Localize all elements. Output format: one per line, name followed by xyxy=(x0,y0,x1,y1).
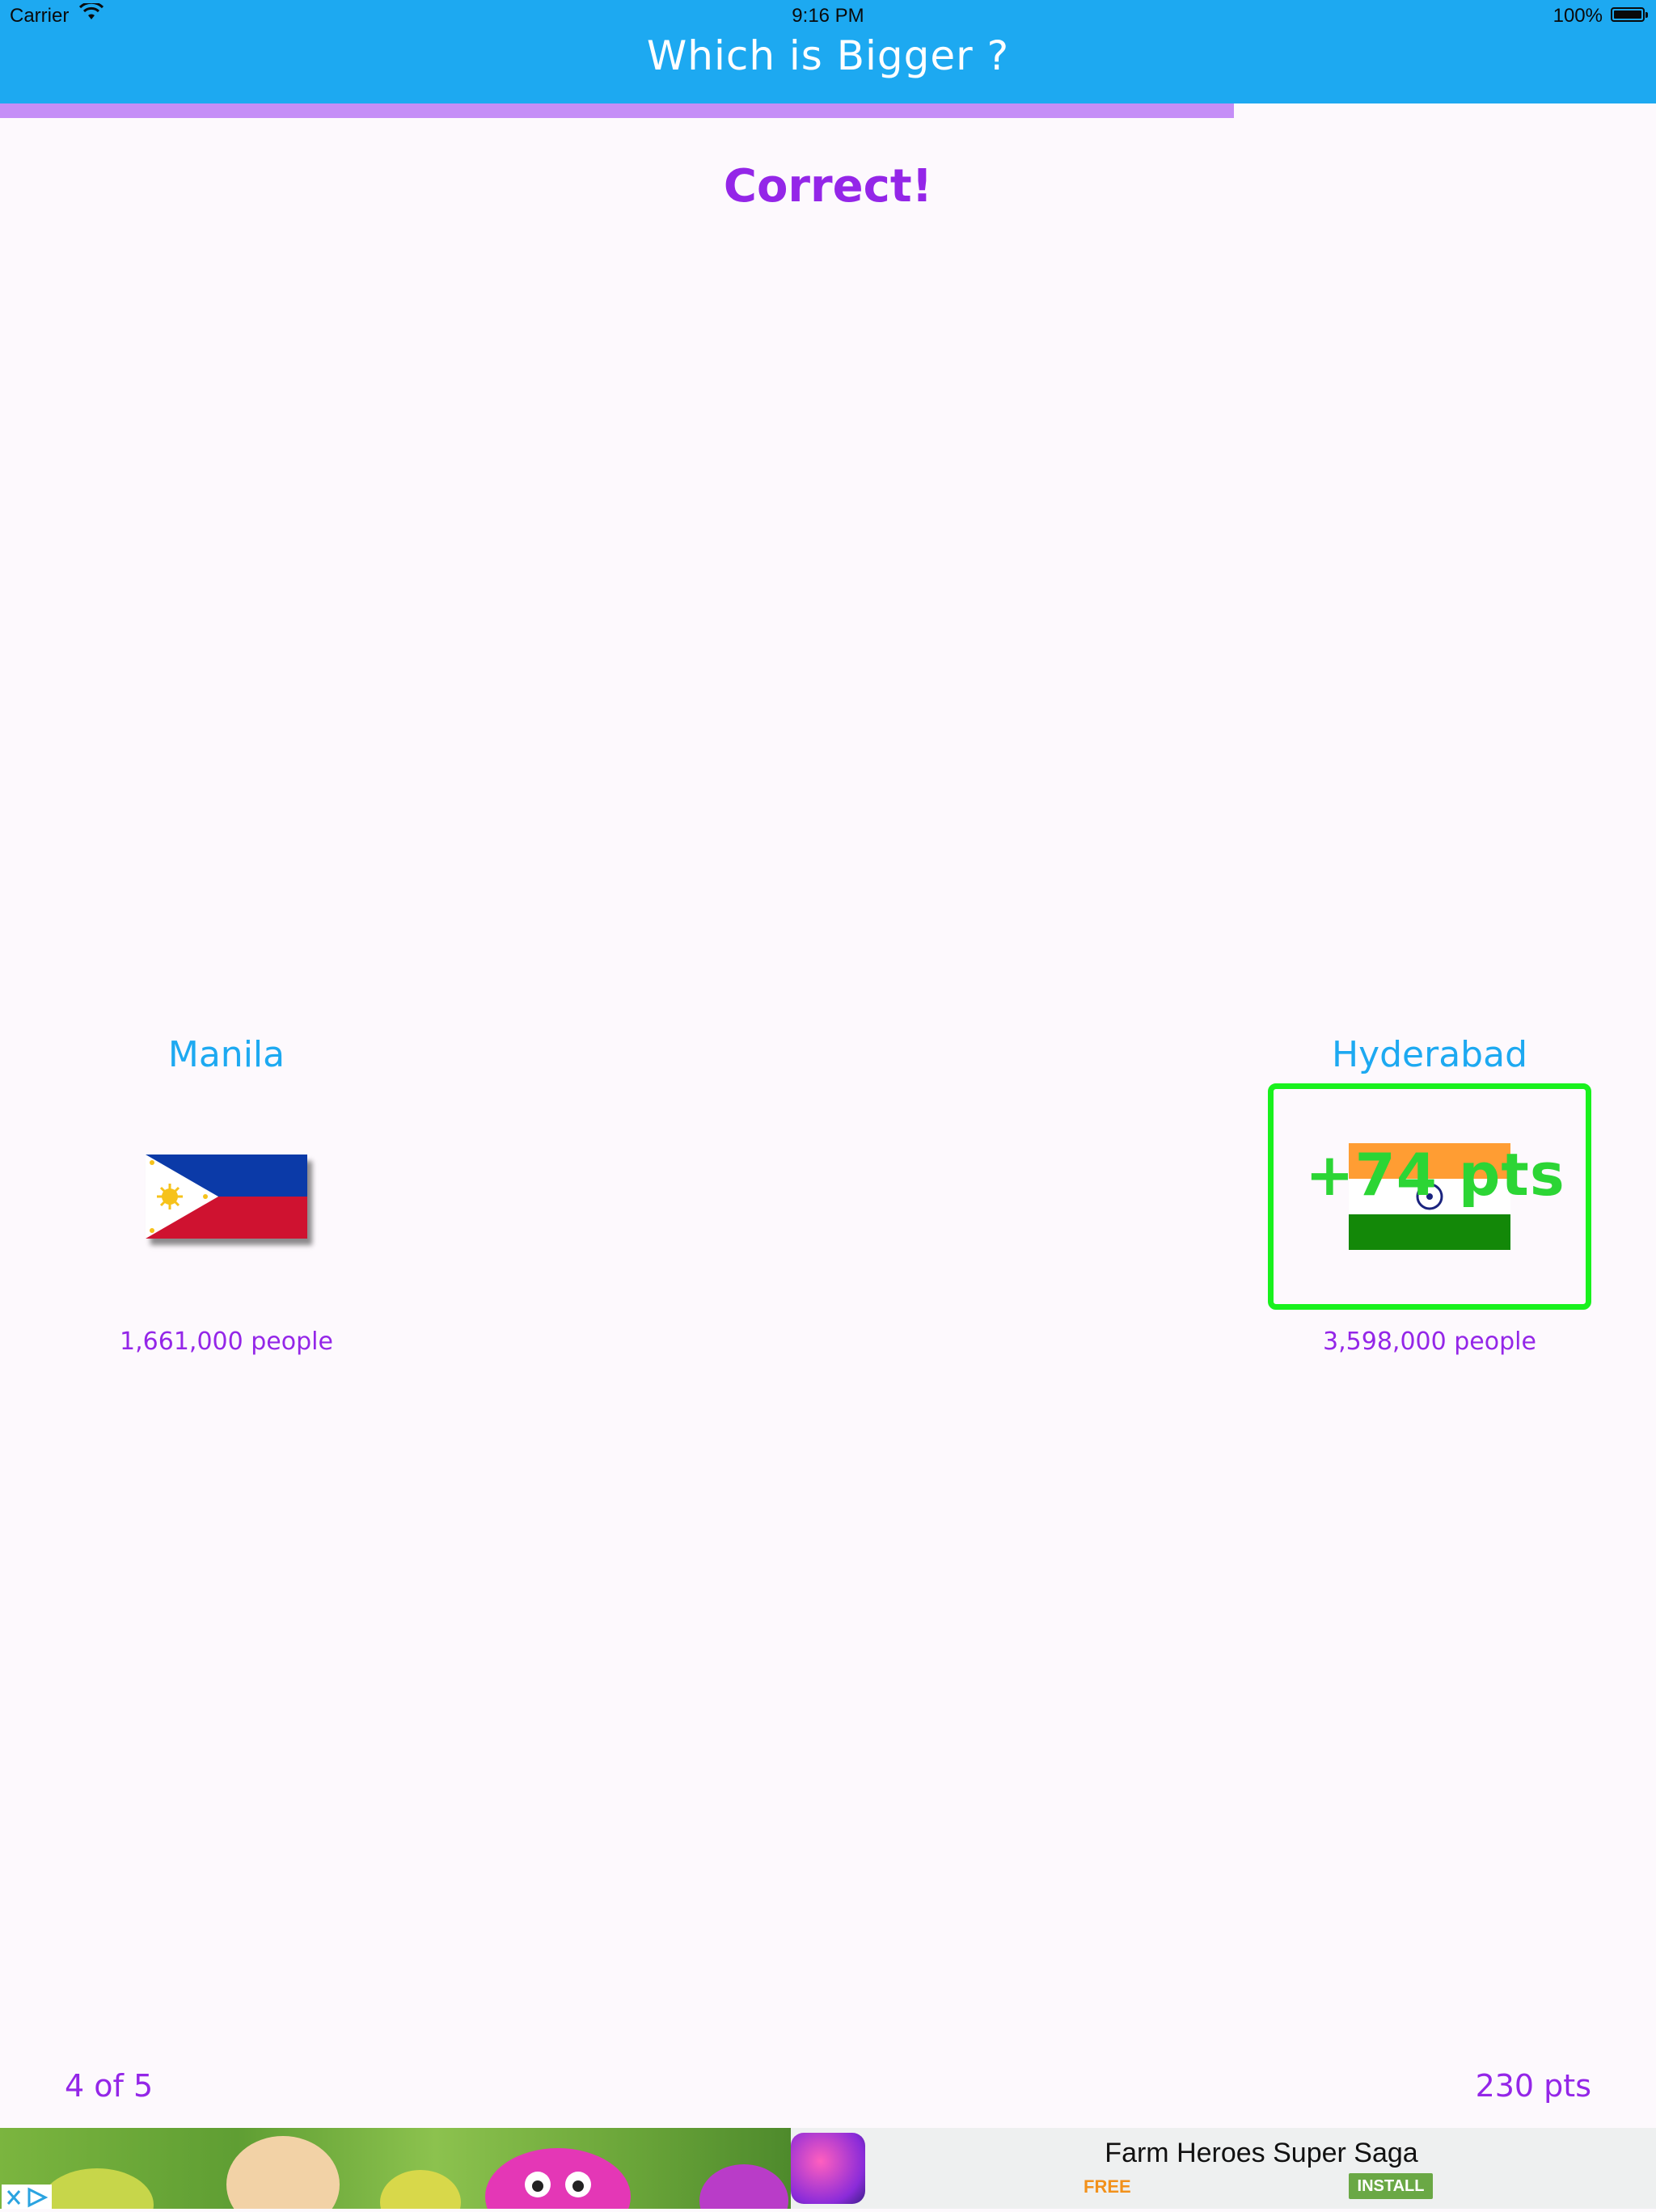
city-name: Manila xyxy=(167,1034,285,1075)
status-bar: Carrier 9:16 PM 100% xyxy=(0,0,1656,32)
quiz-progress-fill xyxy=(0,103,1234,118)
population-label: 3,598,000 people xyxy=(1323,1328,1536,1356)
ad-install-button[interactable]: INSTALL xyxy=(1349,2173,1433,2199)
ad-app-name[interactable]: Farm Heroes Super Saga xyxy=(938,2138,1585,2169)
battery-icon xyxy=(1611,7,1648,22)
score-label: 230 pts xyxy=(1475,2068,1591,2104)
status-time: 9:16 PM xyxy=(792,5,864,27)
quiz-progress-bar xyxy=(0,103,1656,118)
ad-banner[interactable]: Farm Heroes Super Saga FREE INSTALL xyxy=(0,2128,1656,2209)
correct-answer-highlight[interactable]: +74 pts xyxy=(1268,1083,1591,1310)
navigation-bar: Carrier 9:16 PM 100% Which is Bigger ? xyxy=(0,0,1656,103)
population-label: 1,661,000 people xyxy=(120,1328,333,1356)
page-title: Which is Bigger ? xyxy=(646,32,1010,79)
philippines-flag-icon xyxy=(146,1155,307,1239)
ad-artwork-image xyxy=(40,2136,788,2209)
choice-manila[interactable]: Manila 1,661,000 people xyxy=(65,1027,388,1356)
points-awarded: +74 pts xyxy=(1305,1141,1565,1209)
question-counter: 4 of 5 xyxy=(65,2068,154,2104)
battery-percent: 100% xyxy=(1552,5,1603,27)
flag-button[interactable] xyxy=(65,1083,388,1310)
ad-artwork[interactable] xyxy=(0,2128,791,2209)
ad-app-icon[interactable] xyxy=(791,2133,865,2204)
answer-feedback: Correct! xyxy=(723,160,933,213)
ad-price: FREE xyxy=(1084,2176,1131,2197)
ad-choices-icon[interactable] xyxy=(2,2185,52,2209)
city-name: Hyderabad xyxy=(1332,1034,1527,1075)
